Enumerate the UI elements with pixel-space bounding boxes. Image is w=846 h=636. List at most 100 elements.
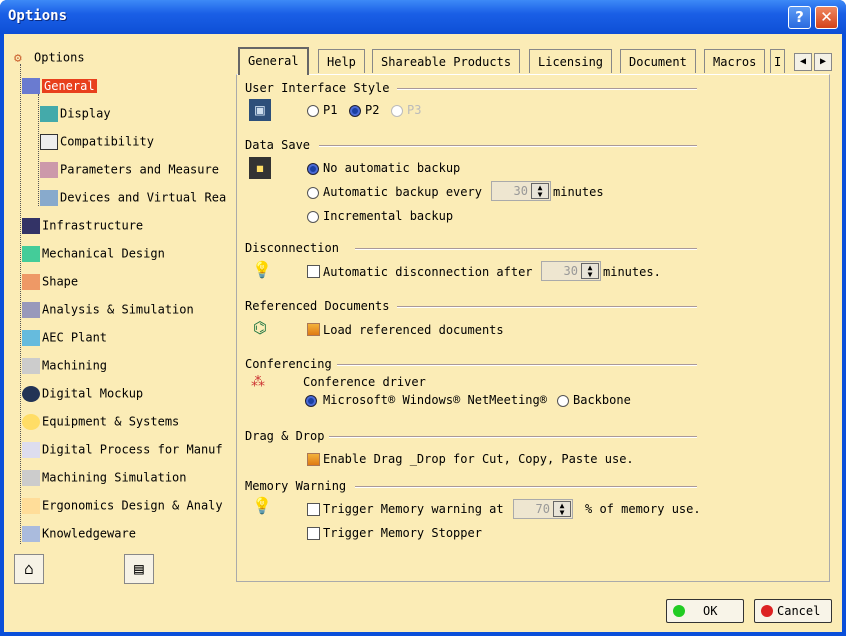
- ok-green-icon: [673, 605, 685, 617]
- tree-item-infrastructure[interactable]: Infrastructure: [22, 216, 143, 234]
- memory-stopper-checkbox[interactable]: [307, 527, 320, 540]
- tab-truncated[interactable]: I: [770, 49, 786, 73]
- tree-item-aec-plant[interactable]: AEC Plant: [22, 328, 107, 346]
- no-backup-label: No automatic backup: [323, 161, 461, 175]
- tab-macros[interactable]: Macros: [704, 49, 766, 73]
- incremental-backup-label: Incremental backup: [323, 209, 454, 223]
- ergonomics-icon: [22, 497, 40, 514]
- auto-backup-label: Automatic backup every: [323, 185, 482, 199]
- conference-driver-label: Conference driver: [303, 375, 426, 389]
- enable-drag-drop-checkbox[interactable]: [307, 453, 320, 466]
- disconnect-spinner[interactable]: 30 ▲ ▼: [541, 261, 601, 281]
- cancel-button[interactable]: Cancel: [754, 599, 832, 623]
- tab-help[interactable]: Help: [318, 49, 365, 73]
- parameters-icon: [40, 161, 58, 178]
- aec-plant-icon: [22, 329, 40, 346]
- auto-disconnect-label: Automatic disconnection after: [323, 265, 533, 279]
- netmeeting-label: Microsoft® Windows® NetMeeting®: [323, 393, 547, 407]
- tab-strip: General Help Shareable Products Licensin…: [238, 47, 834, 75]
- tree-root-options[interactable]: ⚙ Options: [14, 48, 85, 66]
- load-referenced-checkbox[interactable]: [307, 323, 320, 336]
- general-panel: User Interface Style ▣ P1 P2 P3 Data Sav…: [236, 74, 830, 582]
- dump-parameters-icon[interactable]: ▤: [124, 554, 154, 584]
- devices-icon: [40, 189, 58, 206]
- tree-item-shape[interactable]: Shape: [22, 272, 78, 290]
- tree-item-devices[interactable]: Devices and Virtual Rea: [40, 188, 226, 206]
- memory-warning-title: Memory Warning: [245, 479, 347, 493]
- tree-item-knowledgeware[interactable]: Knowledgeware: [22, 524, 136, 542]
- auto-disconnect-checkbox[interactable]: [307, 265, 320, 278]
- referenced-docs-title: Referenced Documents: [245, 299, 390, 313]
- radio-p1-label: P1: [323, 103, 338, 117]
- help-button[interactable]: ?: [788, 6, 811, 29]
- tree-item-digital-process[interactable]: Digital Process for Manuf: [22, 440, 223, 458]
- equipment-icon: [22, 413, 40, 430]
- cancel-red-icon: [761, 605, 773, 617]
- memory-warning-spinner[interactable]: 70 ▲ ▼: [513, 499, 573, 519]
- spinner-arrows-icon[interactable]: ▲ ▼: [553, 501, 571, 517]
- dialog-body: ⚙ Options General Display Compatibility P…: [4, 34, 842, 632]
- options-window: Options ? ✕ ⚙ Options General Display Com…: [0, 0, 846, 636]
- backbone-label: Backbone: [573, 393, 631, 407]
- tab-document[interactable]: Document: [620, 49, 696, 73]
- lightbulb-icon: 💡: [252, 496, 272, 515]
- tab-licensing[interactable]: Licensing: [529, 49, 613, 73]
- display-icon: [40, 105, 58, 122]
- tree-item-general[interactable]: General: [22, 76, 97, 94]
- reset-options-icon[interactable]: ⌂: [14, 554, 44, 584]
- memory-warning-label: Trigger Memory warning at: [323, 502, 504, 516]
- ok-button[interactable]: OK: [666, 599, 744, 623]
- radio-auto-backup[interactable]: [307, 187, 319, 199]
- radio-backbone[interactable]: [557, 395, 569, 407]
- memory-warning-checkbox[interactable]: [307, 503, 320, 516]
- tree-item-equipment[interactable]: Equipment & Systems: [22, 412, 179, 430]
- machining-simulation-icon: [22, 469, 40, 486]
- infrastructure-icon: [22, 217, 40, 234]
- disconnection-title: Disconnection: [245, 241, 339, 255]
- radio-p1[interactable]: [307, 105, 319, 117]
- tree-item-analysis[interactable]: Analysis & Simulation: [22, 300, 194, 318]
- tab-scroll-left-icon[interactable]: ◀: [794, 53, 812, 71]
- knowledgeware-icon: [22, 525, 40, 542]
- load-referenced-label: Load referenced documents: [323, 323, 504, 337]
- spinner-arrows-icon[interactable]: ▲ ▼: [531, 183, 549, 199]
- close-button[interactable]: ✕: [815, 6, 838, 29]
- tree-item-ergonomics[interactable]: Ergonomics Design & Analy: [22, 496, 223, 514]
- tab-scroll-right-icon[interactable]: ▶: [814, 53, 832, 71]
- conferencing-title: Conferencing: [245, 357, 332, 371]
- drag-drop-title: Drag & Drop: [245, 429, 325, 443]
- tab-general[interactable]: General: [238, 47, 309, 75]
- lightbulb-icon: 💡: [252, 260, 272, 279]
- enable-drag-drop-label: Enable Drag _Drop for Cut, Copy, Paste u…: [323, 452, 634, 466]
- tree-item-display[interactable]: Display: [40, 104, 111, 122]
- conference-icon: ⁂: [251, 374, 265, 390]
- tree-item-compatibility[interactable]: Compatibility: [40, 132, 154, 150]
- radio-no-backup[interactable]: [307, 163, 319, 175]
- machining-icon: [22, 357, 40, 374]
- tree-item-digital-mockup[interactable]: Digital Mockup: [22, 384, 143, 402]
- tree-item-machining-sim[interactable]: Machining Simulation: [22, 468, 187, 486]
- analysis-icon: [22, 301, 40, 318]
- title-bar[interactable]: Options ? ✕: [0, 0, 846, 34]
- digital-process-icon: [22, 441, 40, 458]
- tab-shareable-products[interactable]: Shareable Products: [372, 49, 521, 73]
- radio-p3: [391, 105, 403, 117]
- window-title: Options: [8, 8, 68, 24]
- memory-stopper-label: Trigger Memory Stopper: [323, 526, 482, 540]
- ui-style-title: User Interface Style: [245, 81, 390, 95]
- floppy-disk-icon: ▪: [249, 157, 271, 179]
- options-tree: ⚙ Options General Display Compatibility P…: [10, 42, 236, 552]
- radio-netmeeting[interactable]: [305, 395, 317, 407]
- spinner-arrows-icon[interactable]: ▲ ▼: [581, 263, 599, 279]
- auto-backup-spinner[interactable]: 30 ▲ ▼: [491, 181, 551, 201]
- radio-p2-label: P2: [365, 103, 380, 117]
- radio-p2[interactable]: [349, 105, 361, 117]
- radio-p3-label: P3: [407, 103, 422, 117]
- digital-mockup-icon: [22, 385, 40, 402]
- tree-item-machining[interactable]: Machining: [22, 356, 107, 374]
- general-icon: [22, 77, 40, 94]
- data-save-title: Data Save: [245, 138, 311, 152]
- tree-item-parameters[interactable]: Parameters and Measure: [40, 160, 219, 178]
- tree-item-mechanical[interactable]: Mechanical Design: [22, 244, 165, 262]
- radio-incremental-backup[interactable]: [307, 211, 319, 223]
